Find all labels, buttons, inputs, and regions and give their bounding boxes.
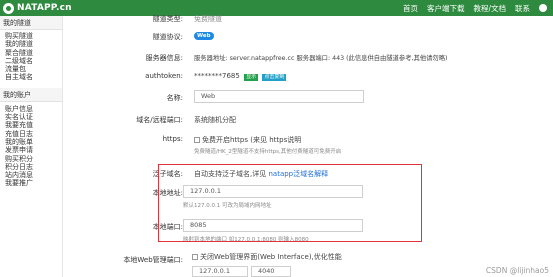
- name-label: 名称:: [166, 94, 183, 102]
- show-token-button[interactable]: 显示: [244, 74, 259, 81]
- nav-home[interactable]: 首页: [403, 3, 418, 14]
- highlight-box: [158, 164, 422, 242]
- sidebar-item-promotion[interactable]: 我要推广: [0, 179, 62, 187]
- protocol-label: 隧道协议:: [152, 33, 183, 41]
- nav-client-download[interactable]: 客户端下载: [427, 3, 465, 14]
- sidebar-item-my-tunnels[interactable]: 我的隧道: [0, 40, 62, 48]
- web-manage-checkbox-label[interactable]: 关闭Web管理界面(Web Interface),优化性能: [200, 253, 342, 261]
- sidebar-item-account-info[interactable]: 账户信息: [0, 105, 62, 113]
- sidebar-item-subdomain[interactable]: 二级域名: [0, 57, 62, 65]
- nav-contact[interactable]: 联系: [515, 3, 530, 14]
- web-manage-port-input[interactable]: 4040: [251, 266, 291, 277]
- protocol-badge: Web: [194, 32, 214, 40]
- web-manage-checkbox[interactable]: [192, 254, 198, 260]
- logo-icon: [3, 2, 14, 14]
- sidebar-item-points-log[interactable]: 积分日志: [0, 163, 62, 171]
- sidebar-item-recharge-log[interactable]: 充值日志: [0, 130, 62, 138]
- tunnel-type-label: 隧道类型:: [152, 15, 183, 23]
- copy-token-button[interactable]: 点击复制: [262, 74, 287, 81]
- authtoken-label: authtoken:: [145, 72, 183, 80]
- watermark: CSDN @lijinhao5: [485, 266, 549, 275]
- tunnel-type-value: 免费隧道: [194, 15, 222, 23]
- sidebar-item-invoice[interactable]: 发票申请: [0, 146, 62, 154]
- sidebar: 我的隧道 购买隧道 我的隧道 聚合隧道 二级域名 流量包 自主域名 我的账户 账…: [0, 16, 63, 277]
- top-nav-links: 首页 客户端下载 教程/文档 联系: [403, 0, 553, 16]
- sidebar-item-aggregate-tunnels[interactable]: 聚合隧道: [0, 49, 62, 57]
- server-info-label: 服务器信息:: [145, 54, 183, 62]
- user-icon[interactable]: [539, 4, 547, 12]
- sidebar-item-recharge[interactable]: 我要充值: [0, 121, 62, 129]
- https-hint: 免费隧道/HK_2型隧道不支持https,其他付费隧道可免费开启: [194, 149, 342, 155]
- web-manage-ip-input[interactable]: 127.0.0.1: [192, 266, 248, 277]
- https-label: https:: [162, 135, 183, 143]
- nav-docs[interactable]: 教程/文档: [473, 3, 506, 14]
- domain-value: 系统随机分配: [194, 116, 236, 124]
- logo[interactable]: NATAPP.cn: [0, 0, 72, 16]
- https-checkbox-label[interactable]: 免费开启https (来见 https说明: [202, 136, 301, 144]
- logo-text: NATAPP.cn: [17, 3, 72, 13]
- authtoken-value: ********7685: [194, 72, 240, 80]
- sidebar-item-buy-points[interactable]: 购买积分: [0, 155, 62, 163]
- sidebar-header-account: 我的账户: [0, 87, 62, 102]
- web-manage-label: 本地Web管理端口:: [123, 256, 183, 264]
- name-input[interactable]: Web: [194, 90, 364, 103]
- sidebar-header-tunnels: 我的隧道: [0, 16, 62, 30]
- sidebar-item-custom-domain[interactable]: 自主域名: [0, 73, 62, 81]
- https-checkbox[interactable]: [194, 137, 200, 143]
- domain-label: 域名/远程端口:: [136, 116, 183, 124]
- server-info-value: 服务器地址: server.natappfree.cc 服务器端口: 443 (…: [194, 55, 448, 62]
